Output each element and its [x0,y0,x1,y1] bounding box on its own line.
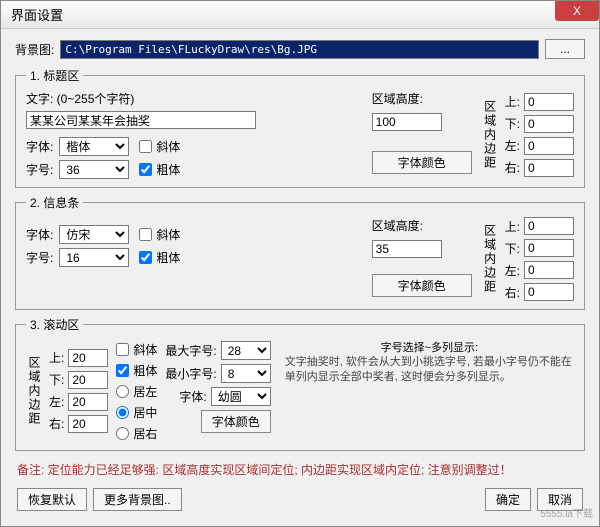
margin-left-input[interactable] [524,261,574,279]
cancel-button[interactable]: 取消 [537,488,583,511]
margin-top-input[interactable] [524,93,574,111]
titlebar: 界面设置 X [1,1,599,29]
height-input[interactable] [372,240,442,258]
close-button[interactable]: X [555,1,599,21]
height-label: 区域高度: [372,217,472,234]
section2-legend: 2. 信息条 [26,194,83,211]
section1-legend: 1. 标题区 [26,67,83,84]
note-text: 备注: 定位能力已经足够强: 区域高度实现区域间定位; 内边距实现区域内定位; … [15,457,585,482]
size-select[interactable]: 16 [59,248,129,267]
text-label: 文字: (0~255个字符) [26,90,362,107]
margin-top-input[interactable] [524,217,574,235]
left-label: 左: [505,137,520,154]
min-size-select[interactable]: 8 [221,364,271,383]
right-label: 右: [505,159,520,176]
more-bg-button[interactable]: 更多背景图.. [93,488,182,511]
font-select[interactable]: 仿宋 [59,225,129,244]
section-scroll-area: 3. 滚动区 区域内边距 上: 下: 左: 右: 斜体 粗体 居左 居中 [15,316,585,451]
title-text-input[interactable] [26,111,256,129]
ok-button[interactable]: 确定 [485,488,531,511]
section3-legend: 3. 滚动区 [26,316,83,333]
margin-top-input[interactable] [68,349,108,367]
background-row: 背景图: ... [15,39,585,59]
size-select[interactable]: 36 [59,160,129,179]
font-label: 字体: [26,138,53,155]
font-color-button[interactable]: 字体颜色 [201,410,271,433]
align-right-radio[interactable]: 居右 [116,425,157,442]
align-left-radio[interactable]: 居左 [116,383,157,400]
restore-default-button[interactable]: 恢复默认 [17,488,87,511]
margin-right-input[interactable] [524,159,574,177]
window: 界面设置 X 背景图: ... 1. 标题区 文字: (0~255个字符) 字体… [0,0,600,527]
italic-checkbox[interactable]: 斜体 [139,138,180,155]
font-color-button[interactable]: 字体颜色 [372,151,472,174]
margin-title: 区域内边距 [26,356,43,426]
height-input[interactable] [372,113,442,131]
font-color-button[interactable]: 字体颜色 [372,274,472,297]
margin-right-input[interactable] [524,283,574,301]
font-label: 字体: [26,226,53,243]
section-info-bar: 2. 信息条 字体: 仿宋 斜体 字号: 16 [15,194,585,310]
italic-checkbox[interactable]: 斜体 [116,341,157,358]
bold-checkbox[interactable]: 粗体 [116,362,157,379]
size-label: 字号: [26,249,53,266]
bold-checkbox[interactable]: 粗体 [139,249,180,266]
align-center-radio[interactable]: 居中 [116,404,157,421]
font-select[interactable]: 幼圆 [211,387,271,406]
bold-checkbox[interactable]: 粗体 [139,161,180,178]
bg-label: 背景图: [15,41,54,58]
hint-body: 文字抽奖时, 软件会从大到小挑选字号, 若最小字号仍不能在单列内显示全部中奖者,… [285,355,574,386]
close-icon: X [573,4,581,18]
section-title-area: 1. 标题区 文字: (0~255个字符) 字体: 楷体 斜体 字号: [15,67,585,188]
font-select[interactable]: 楷体 [59,137,129,156]
size-label: 字号: [26,161,53,178]
browse-button[interactable]: ... [545,39,585,59]
height-label: 区域高度: [372,90,472,107]
hint-title: 字号选择~多列显示: [285,339,574,355]
margin-title: 区域内边距 [482,100,499,170]
margin-bottom-input[interactable] [68,371,108,389]
bottom-buttons: 恢复默认 更多背景图.. 确定 取消 [15,486,585,513]
content: 背景图: ... 1. 标题区 文字: (0~255个字符) 字体: 楷体 斜体 [1,29,599,521]
margin-bottom-input[interactable] [524,115,574,133]
margin-left-input[interactable] [524,137,574,155]
bottom-label: 下: [505,115,520,132]
margin-title: 区域内边距 [482,224,499,294]
margin-right-input[interactable] [68,415,108,433]
top-label: 上: [505,93,520,110]
margin-bottom-input[interactable] [524,239,574,257]
max-size-select[interactable]: 28 [221,341,271,360]
bg-path-input[interactable] [60,40,539,59]
margin-left-input[interactable] [68,393,108,411]
window-title: 界面设置 [11,5,63,24]
italic-checkbox[interactable]: 斜体 [139,226,180,243]
